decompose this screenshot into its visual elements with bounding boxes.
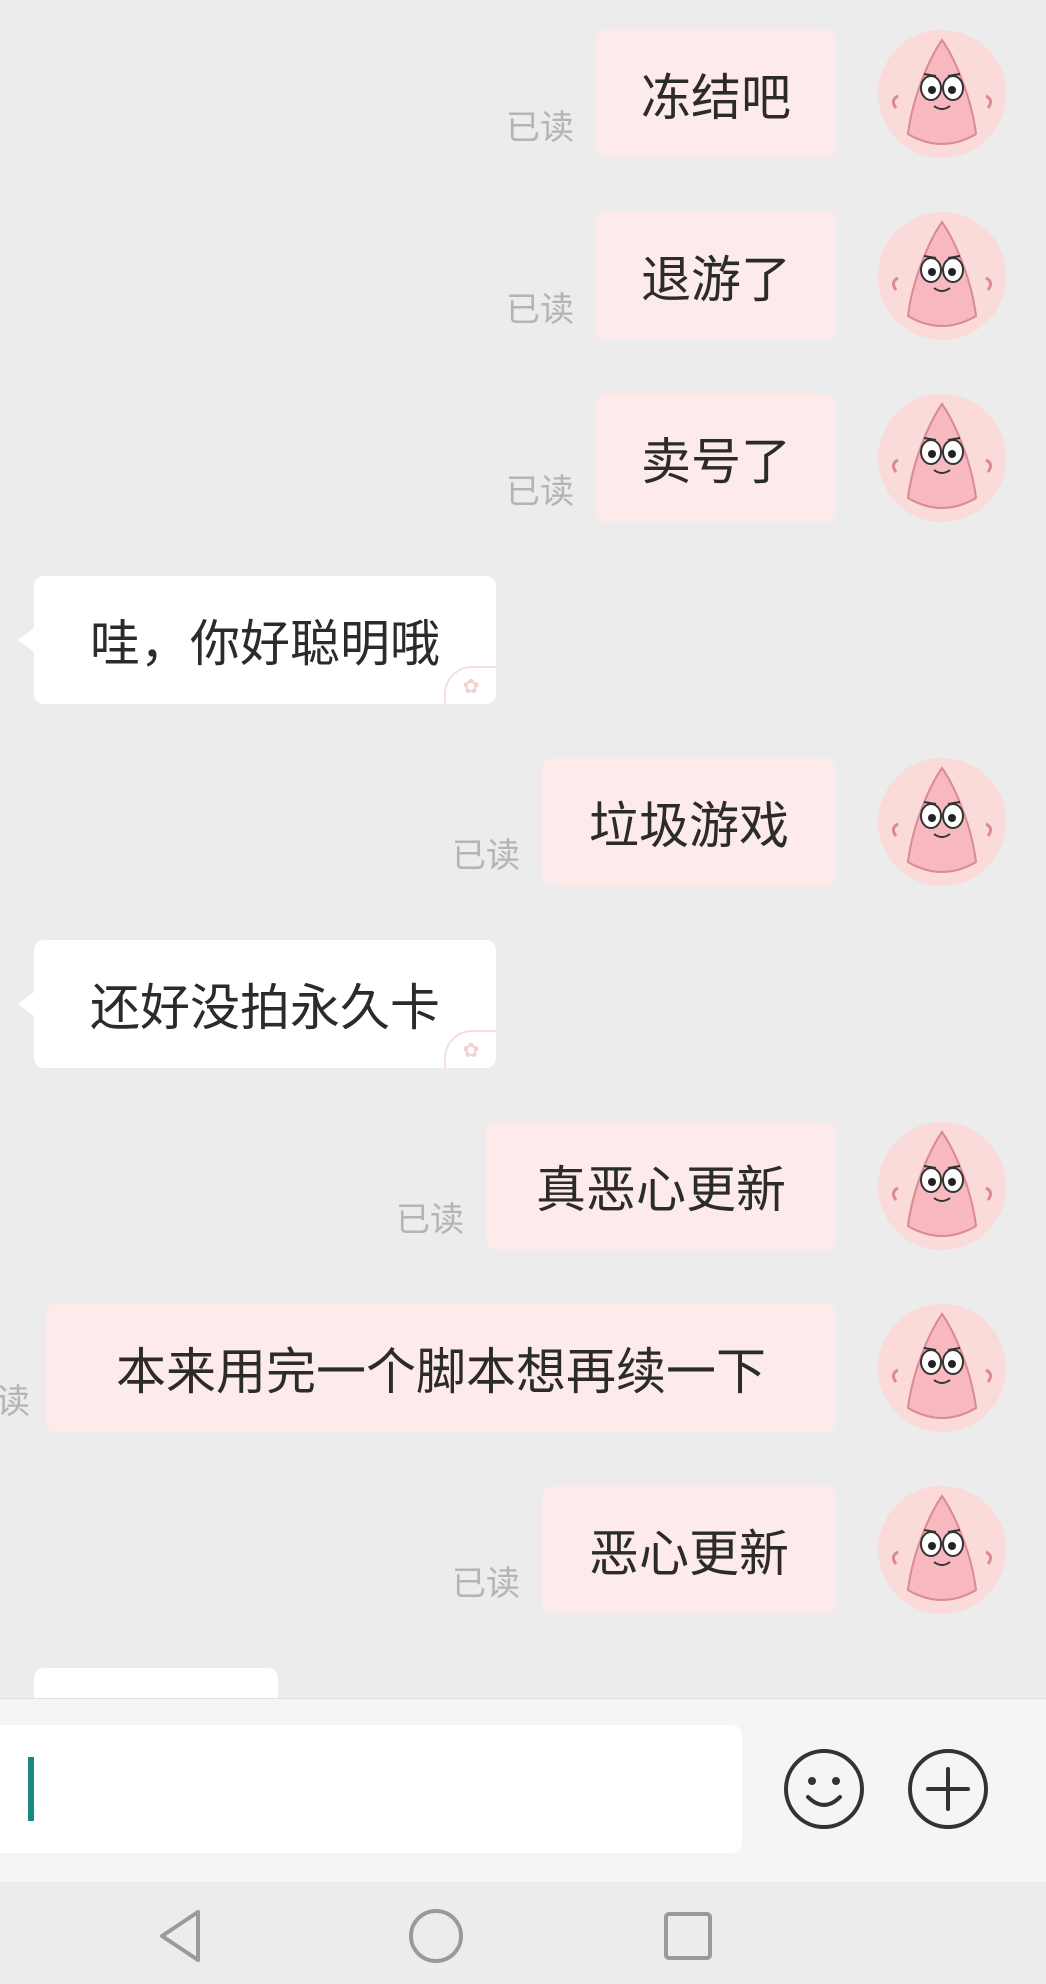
stamp-icon: ✿ bbox=[444, 666, 496, 704]
read-receipt: 已读 bbox=[452, 836, 520, 876]
read-receipt: 已读 bbox=[506, 472, 574, 512]
read-receipt: 已读 bbox=[0, 1382, 30, 1422]
message-text: 冻结吧 bbox=[641, 69, 791, 127]
message-outgoing: 已读 本来用完一个脚本想再续一下 bbox=[0, 1304, 1046, 1434]
system-nav-bar bbox=[0, 1882, 1046, 1984]
message-text: 还好没拍永久卡 bbox=[90, 979, 440, 1037]
message-outgoing: 已读 冻结吧 bbox=[0, 30, 1046, 160]
read-receipt: 已读 bbox=[506, 290, 574, 330]
chat-message-list[interactable]: 已读 冻结吧 已读 退游了 已读 卖号了 哇，你好聪明哦 ✿ 已读 垃圾游戏 还… bbox=[0, 0, 1046, 1698]
recents-square-icon[interactable] bbox=[658, 1906, 718, 1966]
smiley-icon[interactable] bbox=[782, 1747, 866, 1831]
patrick-star-avatar[interactable] bbox=[878, 30, 1006, 158]
message-bubble[interactable]: 恶心更新 bbox=[542, 1486, 836, 1614]
message-bubble[interactable]: 哇，你好聪明哦 ✿ bbox=[18, 576, 496, 704]
message-text: 卖号了 bbox=[641, 433, 791, 491]
read-receipt: 已读 bbox=[452, 1564, 520, 1604]
message-text: 退游了 bbox=[641, 251, 791, 309]
text-cursor bbox=[28, 1757, 34, 1821]
plus-icon[interactable] bbox=[906, 1747, 990, 1831]
patrick-star-avatar[interactable] bbox=[878, 394, 1006, 522]
message-incoming: 还好没拍永久卡 ✿ bbox=[0, 940, 1046, 1070]
message-bubble[interactable] bbox=[34, 1668, 278, 1698]
message-bubble[interactable]: 本来用完一个脚本想再续一下 bbox=[46, 1304, 836, 1432]
read-receipt: 已读 bbox=[506, 108, 574, 148]
read-receipt: 已读 bbox=[396, 1200, 464, 1240]
message-bubble[interactable]: 退游了 bbox=[596, 212, 836, 340]
message-text: 垃圾游戏 bbox=[589, 797, 789, 855]
patrick-star-avatar[interactable] bbox=[878, 758, 1006, 886]
message-bubble[interactable]: 真恶心更新 bbox=[486, 1122, 836, 1250]
patrick-star-avatar[interactable] bbox=[878, 1486, 1006, 1614]
message-bubble[interactable]: 还好没拍永久卡 ✿ bbox=[18, 940, 496, 1068]
patrick-star-avatar[interactable] bbox=[878, 212, 1006, 340]
home-circle-icon[interactable] bbox=[406, 1906, 466, 1966]
message-input-bar bbox=[0, 1698, 1046, 1883]
message-incoming: 哇，你好聪明哦 ✿ bbox=[0, 576, 1046, 706]
message-outgoing: 已读 卖号了 bbox=[0, 394, 1046, 524]
message-text: 真恶心更新 bbox=[536, 1161, 786, 1219]
stamp-icon: ✿ bbox=[444, 1030, 496, 1068]
patrick-star-avatar[interactable] bbox=[878, 1122, 1006, 1250]
message-text: 恶心更新 bbox=[589, 1525, 789, 1583]
message-outgoing: 已读 垃圾游戏 bbox=[0, 758, 1046, 888]
message-outgoing: 已读 恶心更新 bbox=[0, 1486, 1046, 1616]
message-bubble[interactable]: 垃圾游戏 bbox=[542, 758, 836, 886]
message-bubble[interactable]: 卖号了 bbox=[596, 394, 836, 522]
message-text: 本来用完一个脚本想再续一下 bbox=[116, 1343, 766, 1401]
message-incoming-partial bbox=[0, 1668, 1046, 1698]
back-triangle-icon[interactable] bbox=[152, 1906, 212, 1966]
message-input[interactable] bbox=[0, 1725, 742, 1853]
message-bubble[interactable]: 冻结吧 bbox=[596, 30, 836, 158]
message-text: 哇，你好聪明哦 bbox=[90, 615, 440, 673]
message-outgoing: 已读 退游了 bbox=[0, 212, 1046, 342]
patrick-star-avatar[interactable] bbox=[878, 1304, 1006, 1432]
message-outgoing: 已读 真恶心更新 bbox=[0, 1122, 1046, 1252]
